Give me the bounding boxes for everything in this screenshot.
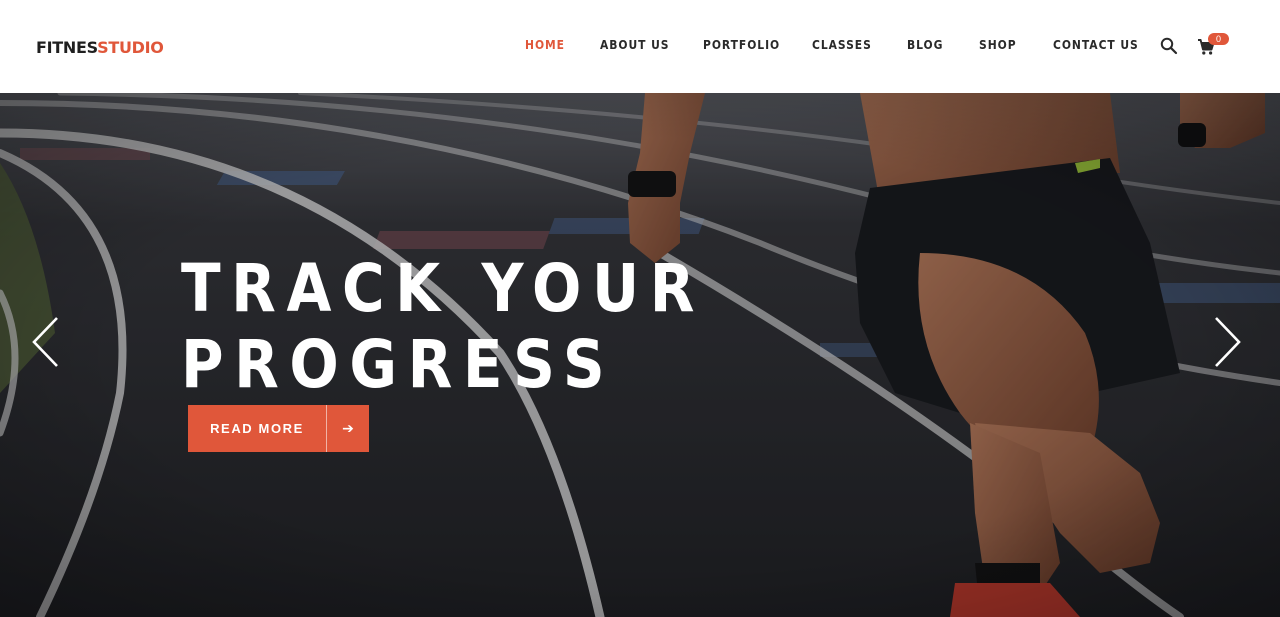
cart-count-badge: 0 <box>1208 33 1229 45</box>
logo-text-primary: FITNES <box>36 38 98 57</box>
nav-item-contact-us[interactable]: CONTACT US <box>1053 37 1139 52</box>
hero-title-line-2: PROGRESS <box>181 326 616 403</box>
site-header: FITNESSTUDIO HOME ABOUT US PORTFOLIO CLA… <box>0 0 1280 93</box>
arrow-right-icon: ➔ <box>342 420 354 437</box>
nav-item-blog[interactable]: BLOG <box>907 37 943 52</box>
hero-title-line-1: TRACK YOUR <box>181 250 705 327</box>
chevron-left-icon[interactable] <box>30 316 60 368</box>
search-icon[interactable] <box>1160 37 1178 55</box>
site-logo[interactable]: FITNESSTUDIO <box>36 38 164 58</box>
nav-item-home[interactable]: HOME <box>525 37 565 52</box>
hero-slider: TRACK YOUR PROGRESS READ MORE ➔ <box>0 93 1280 617</box>
read-more-button[interactable]: READ MORE ➔ <box>188 405 369 452</box>
nav-item-classes[interactable]: CLASSES <box>812 37 872 52</box>
logo-text-accent: STUDIO <box>97 38 164 57</box>
nav-item-portfolio[interactable]: PORTFOLIO <box>703 37 780 52</box>
chevron-right-icon[interactable] <box>1213 316 1243 368</box>
hero-title: TRACK YOUR PROGRESS <box>181 251 705 403</box>
nav-item-shop[interactable]: SHOP <box>979 37 1017 52</box>
nav-item-about-us[interactable]: ABOUT US <box>600 37 669 52</box>
read-more-label: READ MORE <box>210 421 304 436</box>
